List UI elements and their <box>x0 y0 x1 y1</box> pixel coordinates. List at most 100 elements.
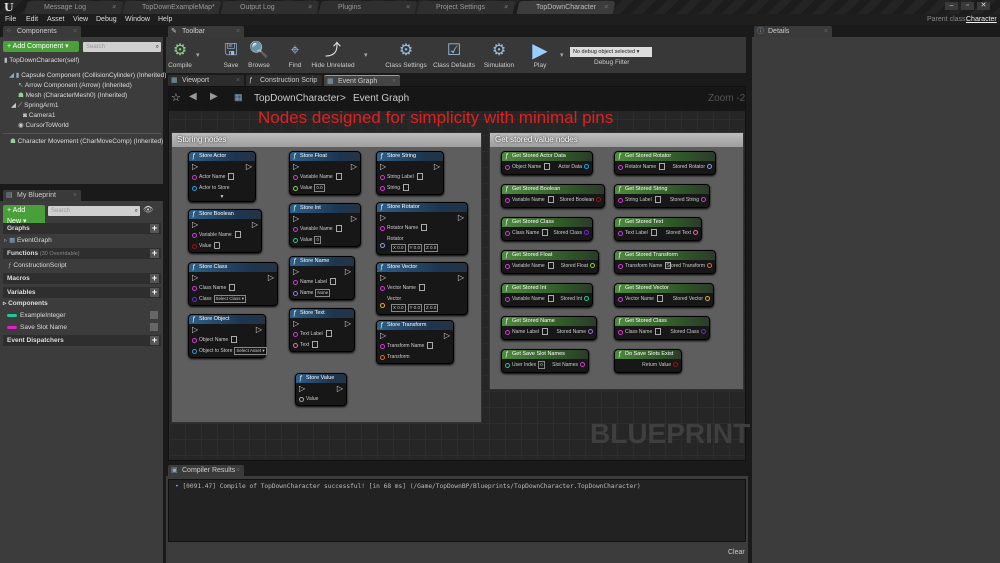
pin-text-input[interactable] <box>541 328 548 336</box>
input-pin-icon[interactable] <box>618 231 623 236</box>
output-pin-icon[interactable] <box>584 296 589 302</box>
output-pin-icon[interactable] <box>590 263 595 269</box>
input-pin-icon[interactable] <box>505 198 510 203</box>
store-node[interactable]: Store Class▷▷Class NameClassSelect Class… <box>188 262 278 306</box>
pin-icon[interactable] <box>192 175 197 180</box>
pin-text-input[interactable] <box>547 196 554 204</box>
pin-icon[interactable] <box>299 397 304 402</box>
pin-icon[interactable] <box>192 186 197 191</box>
output-pin-icon[interactable] <box>584 164 589 170</box>
output-pin-icon[interactable] <box>705 296 710 302</box>
exec-in-pin-icon[interactable]: ▷ <box>192 161 198 172</box>
doc-tab-map[interactable]: TopDownExampleMap* <box>122 1 222 14</box>
get-node[interactable]: Get Stored Vector Vector Name Stored Vecto… <box>614 283 714 307</box>
view-options-eye-icon[interactable]: 👁 <box>143 205 153 214</box>
output-pin-icon[interactable] <box>693 230 698 236</box>
pin-text-input[interactable] <box>544 163 551 171</box>
tab-viewport[interactable]: ▦ Viewport × <box>168 75 244 86</box>
pin-icon[interactable] <box>192 233 197 238</box>
construction-script-item[interactable]: ƒ ConstructionScript <box>8 261 67 270</box>
get-node[interactable]: Get Stored Boolean Variable Name Stored Bo… <box>501 184 605 208</box>
store-node[interactable]: Store Int▷▷Variable NameValue0 <box>289 203 361 247</box>
output-pin-icon[interactable] <box>707 263 712 269</box>
doc-tab-output-log[interactable]: Output Log × <box>220 1 320 14</box>
minimize-button[interactable]: – <box>945 2 958 10</box>
menu-window[interactable]: Window <box>125 14 150 25</box>
get-node[interactable]: Do Save Slots Exist Return Value <box>614 349 682 373</box>
section-graphs[interactable]: Graphs + <box>3 223 161 234</box>
menu-file[interactable]: File <box>5 14 16 25</box>
pin-icon[interactable] <box>380 355 385 360</box>
debug-object-select[interactable]: No debug object selected ▾ <box>570 47 652 57</box>
get-node[interactable]: Get Stored Float Variable Name Stored Floa… <box>501 250 599 274</box>
store-node[interactable]: Store Name▷▷Name LabelNameNone <box>289 256 355 300</box>
pin-icon[interactable] <box>293 332 298 337</box>
menu-asset[interactable]: Asset <box>47 14 65 25</box>
my-blueprint-tab[interactable]: ▤ My Blueprint × <box>3 190 81 201</box>
exec-out-pin-icon[interactable]: ▷ <box>458 212 464 223</box>
variable-item[interactable]: Save Slot Name <box>7 323 67 332</box>
pin-text-input[interactable] <box>547 262 554 270</box>
input-pin-icon[interactable] <box>618 198 623 203</box>
exec-out-pin-icon[interactable]: ▷ <box>351 213 357 224</box>
exec-in-pin-icon[interactable]: ▷ <box>380 330 386 341</box>
pin-icon[interactable] <box>192 244 197 249</box>
output-pin-icon[interactable] <box>580 362 585 368</box>
pin-text-input[interactable] <box>335 173 342 181</box>
pin-checkbox[interactable] <box>214 242 221 250</box>
pin-text-input[interactable] <box>542 229 549 237</box>
tab-construction-script[interactable]: ƒ Construction Scrip × <box>246 75 322 86</box>
pin-text-input[interactable] <box>421 224 428 232</box>
get-node[interactable]: Get Stored TransformTransform NameStored… <box>614 250 716 274</box>
pin-text-input[interactable] <box>229 284 236 292</box>
add-macro-plus-icon[interactable]: + <box>150 274 159 283</box>
add-graph-plus-icon[interactable]: + <box>150 224 159 233</box>
doc-tab-topdowncharacter[interactable]: TopDownCharacter × <box>516 1 616 14</box>
component-item[interactable]: ▮ TopDownCharacter(self) <box>4 56 79 65</box>
exec-in-pin-icon[interactable]: ▷ <box>192 219 198 230</box>
menu-debug[interactable]: Debug <box>96 14 117 25</box>
store-node[interactable]: Store String▷▷String LabelString <box>376 151 444 195</box>
get-node[interactable]: Get Stored Name Name Label Stored Name <box>501 316 597 340</box>
pin-icon[interactable] <box>293 343 298 348</box>
pin-text-input[interactable] <box>655 328 662 336</box>
exec-in-pin-icon[interactable]: ▷ <box>380 161 386 172</box>
component-item[interactable]: ◙ Camera1 <box>23 111 55 120</box>
pin-icon[interactable] <box>380 344 385 349</box>
exec-out-pin-icon[interactable]: ▷ <box>256 324 262 335</box>
store-node[interactable]: Store Actor▷▷Actor NameActor to Store▼ <box>188 151 256 202</box>
pin-icon[interactable] <box>293 238 298 243</box>
xyz-component-input[interactable]: Z 0.0 <box>423 244 439 252</box>
pin-value-input[interactable]: 0 <box>314 235 321 244</box>
component-item[interactable]: ↖ Arrow Component (Arrow) (Inherited) <box>18 81 132 90</box>
variable-item[interactable]: ExampleInteger <box>7 311 66 320</box>
output-pin-icon[interactable] <box>596 197 601 203</box>
pin-value-input[interactable]: Select Class ▾ <box>213 294 247 303</box>
output-pin-icon[interactable] <box>701 197 706 203</box>
class-defaults-button[interactable]: ☑ Class Defaults <box>432 40 476 69</box>
pin-text-input[interactable] <box>427 342 434 350</box>
exec-in-pin-icon[interactable]: ▷ <box>380 272 386 283</box>
output-pin-icon[interactable] <box>588 329 593 335</box>
variable-visibility-eye-icon[interactable] <box>150 311 158 319</box>
pin-icon[interactable] <box>380 286 385 291</box>
exec-in-pin-icon[interactable]: ▷ <box>192 272 198 283</box>
components-search-input[interactable]: Search ⌕ <box>83 42 161 52</box>
input-pin-icon[interactable] <box>505 165 510 170</box>
browse-button[interactable]: 🔍 Browse <box>246 40 272 69</box>
get-node[interactable]: Get Stored Class Class Name Stored Class <box>614 316 710 340</box>
save-button[interactable]: 🖫 Save <box>220 40 242 69</box>
pin-icon[interactable] <box>293 175 298 180</box>
exec-out-pin-icon[interactable]: ▷ <box>458 272 464 283</box>
add-component-button[interactable]: + Add Component ▾ <box>3 41 79 52</box>
get-node[interactable]: Get Stored Text Text Label Stored Text <box>614 217 702 241</box>
pin-icon[interactable] <box>380 303 385 308</box>
get-node[interactable]: Get Stored String String Label Stored Stri… <box>614 184 710 208</box>
favorite-star-icon[interactable]: ☆ <box>171 91 181 104</box>
get-node[interactable]: Get Stored Rotator Rotator Name Stored Rot… <box>614 151 716 175</box>
pin-text-input[interactable] <box>654 196 661 204</box>
pin-icon[interactable] <box>192 286 197 291</box>
pin-icon[interactable] <box>293 280 298 285</box>
pin-icon[interactable] <box>293 291 298 296</box>
exec-out-pin-icon[interactable]: ▷ <box>345 318 351 329</box>
